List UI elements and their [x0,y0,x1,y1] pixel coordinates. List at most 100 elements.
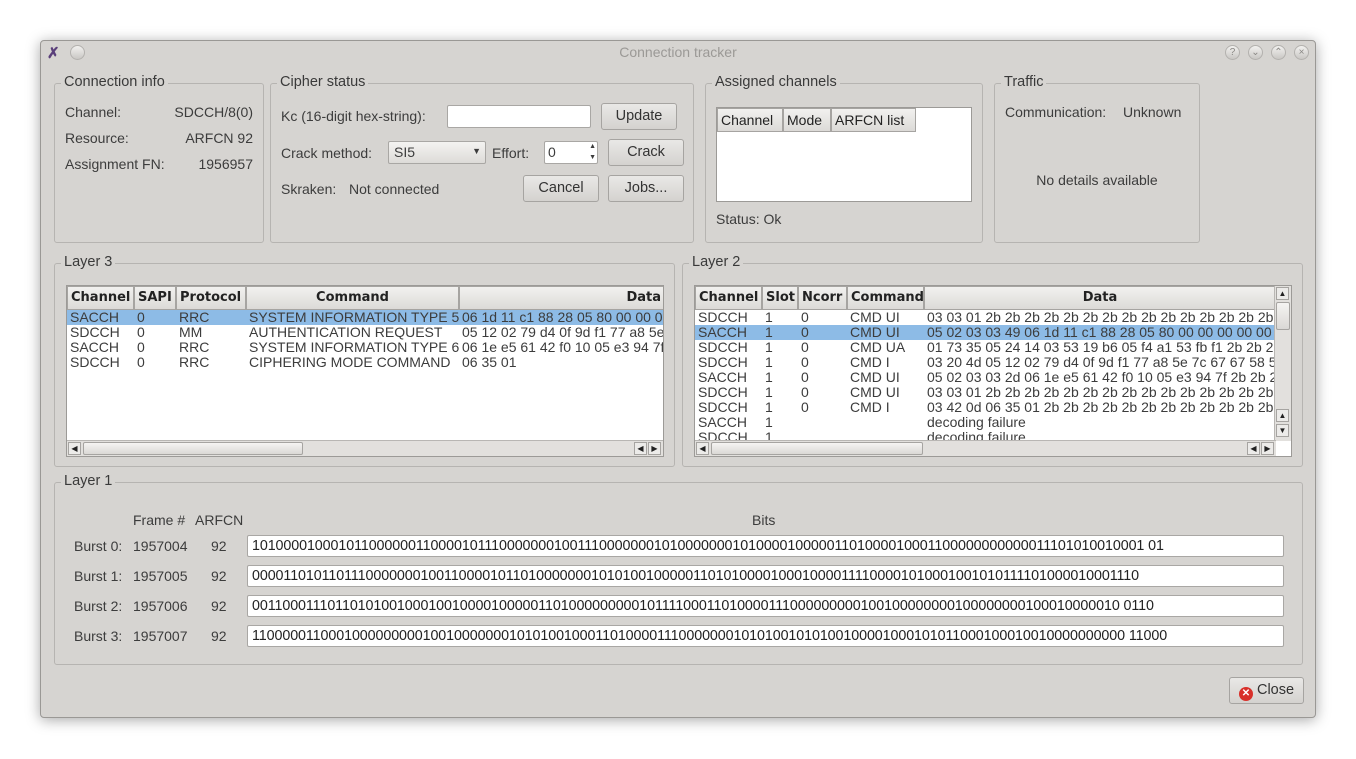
cell-slot: 1 [765,310,773,325]
effort-label: Effort: [492,145,530,161]
close-button[interactable]: ✕ Close [1229,677,1304,704]
assignment-fn-label: Assignment FN: [65,156,165,172]
traffic-group: Traffic Communication: Unknown No detail… [994,74,1200,243]
burst-bits-field[interactable]: 0000110101101110000000100110000101101000… [247,565,1284,587]
scroll-up-icon[interactable]: ▲ [1276,409,1289,422]
cell-ncorr: 0 [801,310,809,325]
assigned-status: Status: Ok [716,211,782,227]
scroll-up-icon[interactable]: ▲ [1276,287,1289,300]
scroll-down-icon[interactable]: ▼ [1276,424,1289,437]
table-row[interactable]: SDCCH 1 0 CMD UI 03 03 01 2b 2b 2b 2b 2b 2b … [695,310,1276,325]
vertical-scrollbar[interactable]: ▲ ▲ ▼ [1274,286,1291,441]
close-window-icon[interactable]: × [1294,45,1309,60]
table-row[interactable]: SACCH 1 0 CMD UI 05 02 03 03 49 06 1d 11 c1 … [695,325,1276,340]
column-header-slot[interactable]: Slot [762,286,798,310]
burst-arfcn: 92 [211,628,227,644]
layer3-table[interactable]: Channel SAPI Protocol Command Data SACCH… [66,285,664,457]
cancel-button[interactable]: Cancel [523,175,599,202]
cell-data: 06 1d 11 c1 88 28 05 80 00 00 00 [462,310,664,325]
table-row[interactable]: SACCH 0 RRC SYSTEM INFORMATION TYPE 5 06 1d … [67,310,663,325]
title-bar[interactable]: ✗ Connection tracker ? ⌄ ⌃ × [41,41,1315,65]
close-icon: ✕ [1238,687,1253,701]
assigned-channels-table[interactable]: Channel Mode ARFCN list [716,107,972,202]
column-header-data[interactable]: Data [924,286,1276,310]
cell-ncorr: 0 [801,325,809,340]
effort-spinbox[interactable]: 0 ▲ ▼ [544,141,598,164]
resource-value: ARFCN 92 [185,130,253,146]
column-header-channel[interactable]: Channel [695,286,762,310]
column-header-arfcn-list[interactable]: ARFCN list [831,108,916,132]
cell-protocol: RRC [179,310,210,325]
table-row[interactable]: SDCCH 1 0 CMD I 03 42 0d 06 35 01 2b 2b 2b 2… [695,400,1276,415]
column-header-ncorr[interactable]: Ncorr [798,286,847,310]
cell-command: CMD UI [850,370,900,385]
layer1-group: Layer 1 Frame # ARFCN Bits Burst 0: 19570… [54,473,1303,665]
spin-down-icon[interactable]: ▼ [589,153,596,163]
burst-arfcn: 92 [211,598,227,614]
column-header-protocol[interactable]: Protocol [176,286,246,310]
channel-value: SDCCH/8(0) [174,104,253,120]
cell-command: CMD UI [850,310,900,325]
cell-command: AUTHENTICATION REQUEST [249,325,443,340]
horizontal-scrollbar[interactable]: ◀ ◀ ▶ [695,440,1276,456]
cell-data: 06 35 01 [462,355,517,370]
minimize-icon[interactable]: ⌄ [1248,45,1263,60]
scroll-left-icon[interactable]: ◀ [1247,442,1260,455]
cell-data: 05 12 02 79 d4 0f 9d f1 77 a8 5e [462,325,664,340]
scroll-left-icon[interactable]: ◀ [696,442,709,455]
update-button[interactable]: Update [601,103,677,130]
scroll-left-icon[interactable]: ◀ [634,442,647,455]
cell-sapi: 0 [137,340,145,355]
column-header-mode[interactable]: Mode [783,108,831,132]
cell-protocol: MM [179,325,203,340]
scroll-thumb[interactable] [1276,302,1290,330]
burst-bits-field[interactable]: 0011000111011010100100010010000100000110… [247,595,1284,617]
cell-command: CMD I [850,355,890,370]
layer2-table[interactable]: Channel Slot Ncorr Command Data SDCCH 1 0 C… [694,285,1292,457]
column-header-command[interactable]: Command [847,286,924,310]
jobs-button[interactable]: Jobs... [608,175,684,202]
scroll-right-icon[interactable]: ▶ [648,442,661,455]
cell-data: 03 20 4d 05 12 02 79 d4 0f 9d f1 77 a8 5… [927,355,1276,370]
scroll-left-icon[interactable]: ◀ [68,442,81,455]
table-row[interactable]: SDCCH 1 0 CMD UA 01 73 35 05 24 14 03 53 19 … [695,340,1276,355]
column-header-command[interactable]: Command [246,286,459,310]
column-header-sapi[interactable]: SAPI [134,286,176,310]
layer3-group: Layer 3 Channel SAPI Protocol Command Da… [54,254,675,467]
table-row[interactable]: SDCCH 0 MM AUTHENTICATION REQUEST 05 12 02 7… [67,325,663,340]
cell-command: CMD UI [850,325,900,340]
group-title: Layer 2 [689,254,744,270]
cell-slot: 1 [765,325,773,340]
cell-channel: SACCH [698,370,748,385]
kc-input[interactable] [447,105,591,128]
table-row[interactable]: SACCH 0 RRC SYSTEM INFORMATION TYPE 6 06 1e … [67,340,663,355]
layer2-group: Layer 2 Channel Slot Ncorr Command Data … [682,254,1303,467]
maximize-icon[interactable]: ⌃ [1271,45,1286,60]
bits-column-label: Bits [752,512,776,528]
crack-button[interactable]: Crack [608,139,684,166]
table-row[interactable]: SDCCH 1 0 CMD I 03 20 4d 05 12 02 79 d4 0f 9… [695,355,1276,370]
cell-sapi: 0 [137,355,145,370]
spin-up-icon[interactable]: ▲ [589,142,596,152]
table-row[interactable]: SDCCH 0 RRC CIPHERING MODE COMMAND 06 35 01 [67,355,663,370]
scroll-thumb[interactable] [711,442,923,455]
cell-slot: 1 [765,415,773,430]
cell-data: 03 03 01 2b 2b 2b 2b 2b 2b 2b 2b 2b 2b 2… [927,385,1274,400]
burst-bits-field[interactable]: 1010000100010110000001100001011100000001… [247,535,1284,557]
burst-bits-field[interactable]: 1100000110001000000000100100000001010100… [247,625,1284,647]
table-row[interactable]: SACCH 1 0 CMD UI 05 02 03 03 2d 06 1e e5 61 … [695,370,1276,385]
crack-method-select[interactable]: SI5 ▼ [388,141,486,164]
column-header-channel[interactable]: Channel [67,286,134,310]
column-header-data[interactable]: Data [459,286,663,310]
cipher-status-group: Cipher status Kc (16-digit hex-string): … [270,74,694,243]
help-icon[interactable]: ? [1225,45,1240,60]
horizontal-scrollbar[interactable]: ◀ ◀ ▶ [67,440,663,456]
column-header-channel[interactable]: Channel [717,108,783,132]
scroll-right-icon[interactable]: ▶ [1261,442,1274,455]
scroll-thumb[interactable] [83,442,303,455]
table-row[interactable]: SACCH 1 decoding failure [695,415,1276,430]
group-title: Cipher status [277,74,369,90]
cell-ncorr: 0 [801,370,809,385]
cell-slot: 1 [765,355,773,370]
table-row[interactable]: SDCCH 1 0 CMD UI 03 03 01 2b 2b 2b 2b 2b 2b … [695,385,1276,400]
